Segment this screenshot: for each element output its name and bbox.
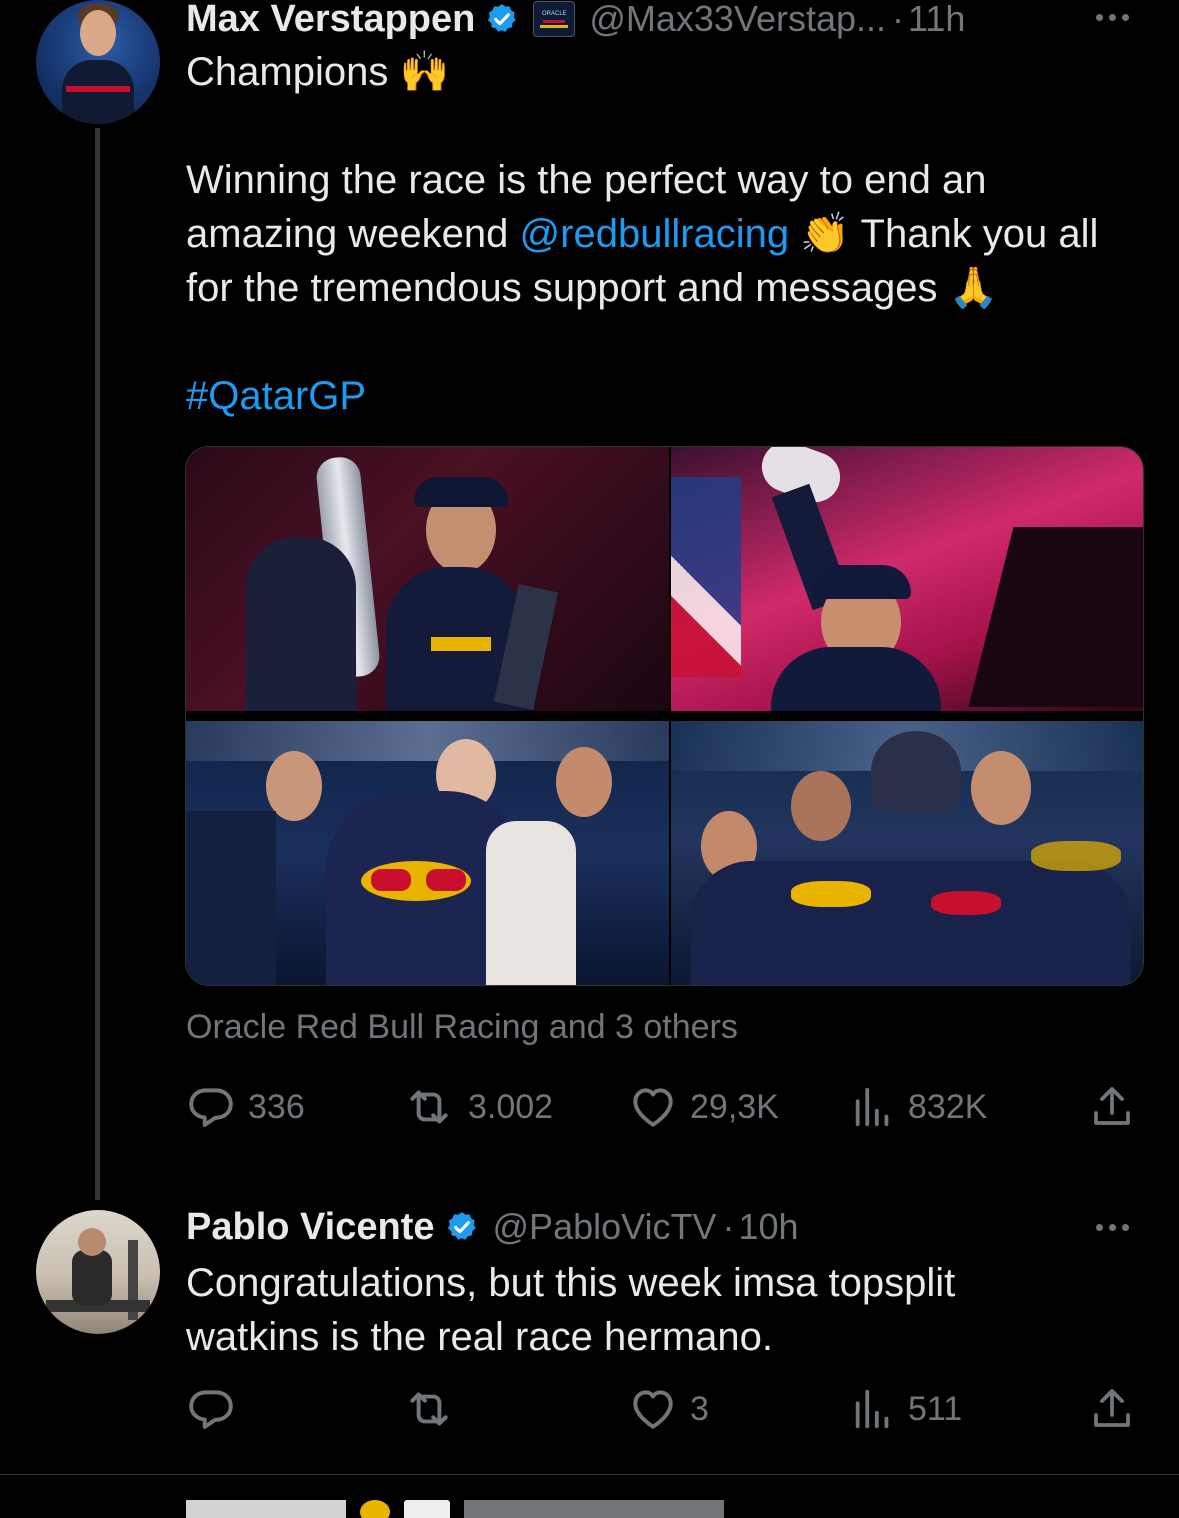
tweet1-header: Max Verstappen ORACLE @Max33Verstap... ·…	[186, 0, 965, 42]
tweet2-text: Congratulations, but this week imsa tops…	[186, 1261, 967, 1359]
tweet1-paragraph: Winning the race is the perfect way to e…	[186, 153, 1146, 315]
tweet2-dot-separator: ·	[722, 1206, 735, 1247]
media-grid	[185, 446, 1144, 986]
like-icon	[633, 1088, 673, 1127]
like-button[interactable]: 3	[628, 1384, 709, 1434]
like-count: 3	[690, 1389, 709, 1428]
views-icon	[855, 1087, 889, 1127]
avatar-pablo-vicente[interactable]	[36, 1210, 160, 1334]
repost-icon	[410, 1392, 448, 1426]
clapping-hands-emoji: 👏	[800, 212, 851, 256]
share-icon	[1094, 1389, 1130, 1427]
tweet1-author-name[interactable]: Max Verstappen	[186, 0, 475, 41]
mention-redbullracing[interactable]: @redbullracing	[520, 212, 790, 256]
views-button[interactable]: 832K	[850, 1082, 987, 1132]
verified-icon	[447, 1212, 476, 1240]
repost-count: 3.002	[468, 1087, 554, 1126]
repost-button[interactable]: 3.002	[402, 1082, 553, 1132]
repost-icon	[410, 1090, 448, 1124]
share-button[interactable]	[1088, 1384, 1136, 1434]
tweet2-time[interactable]: 10h	[739, 1206, 799, 1248]
views-count: 832K	[908, 1087, 988, 1126]
verified-icon	[488, 4, 516, 32]
share-button[interactable]	[1088, 1082, 1136, 1132]
raising-hands-emoji: 🙌	[399, 50, 450, 94]
views-button[interactable]: 511	[850, 1384, 962, 1434]
tweet-divider	[0, 1474, 1179, 1475]
reply-icon	[189, 1088, 233, 1127]
avatar-max-verstappen[interactable]	[36, 0, 160, 124]
photo-celebration[interactable]	[671, 721, 1143, 985]
photo-trophy-raise[interactable]	[671, 447, 1143, 711]
tweet1-time[interactable]: 11h	[908, 0, 965, 40]
tweet1-action-bar: 336 3.002 29,3K 832K	[186, 1082, 1136, 1132]
liked-by-line[interactable]: Oracle Red Bull Racing and 3 others	[186, 1008, 738, 1047]
reply-button[interactable]	[186, 1384, 248, 1434]
hashtag-qatargp[interactable]: #QatarGP	[186, 369, 366, 423]
like-button[interactable]: 29,3K	[628, 1082, 779, 1132]
more-icon[interactable]	[1096, 14, 1129, 21]
timeline: Max Verstappen ORACLE @Max33Verstap... ·…	[0, 0, 1179, 1518]
reply-count: 336	[248, 1087, 305, 1126]
reply-button[interactable]: 336	[186, 1082, 305, 1132]
views-count: 511	[908, 1389, 963, 1428]
share-icon	[1094, 1087, 1130, 1125]
photo-podium-trophy[interactable]	[186, 447, 669, 711]
thread-line	[95, 128, 100, 1200]
affiliation-badge[interactable]: ORACLE	[533, 1, 576, 37]
views-icon	[855, 1389, 889, 1429]
tweet2-handle[interactable]: @PabloVicTV	[493, 1206, 717, 1248]
tweet2-header: Pablo Vicente @PabloVicTV · 10h	[186, 1204, 799, 1250]
repost-button[interactable]	[402, 1384, 468, 1434]
like-count: 29,3K	[690, 1087, 779, 1126]
folded-hands-emoji: 🙏	[948, 266, 999, 310]
next-tweet-header-partial	[186, 1500, 724, 1518]
tweet1-line1: Champions 🙌	[186, 45, 449, 99]
tweet2-action-bar: 3 511	[186, 1384, 1136, 1434]
like-icon	[633, 1390, 673, 1429]
tweet2-author-name[interactable]: Pablo Vicente	[186, 1206, 435, 1249]
tweet1-handle[interactable]: @Max33Verstap...	[589, 0, 886, 40]
tweet1-dot-separator: ·	[892, 0, 905, 39]
more-icon[interactable]	[1096, 1224, 1129, 1231]
photo-team-hug[interactable]	[186, 721, 669, 985]
reply-icon	[189, 1390, 233, 1429]
